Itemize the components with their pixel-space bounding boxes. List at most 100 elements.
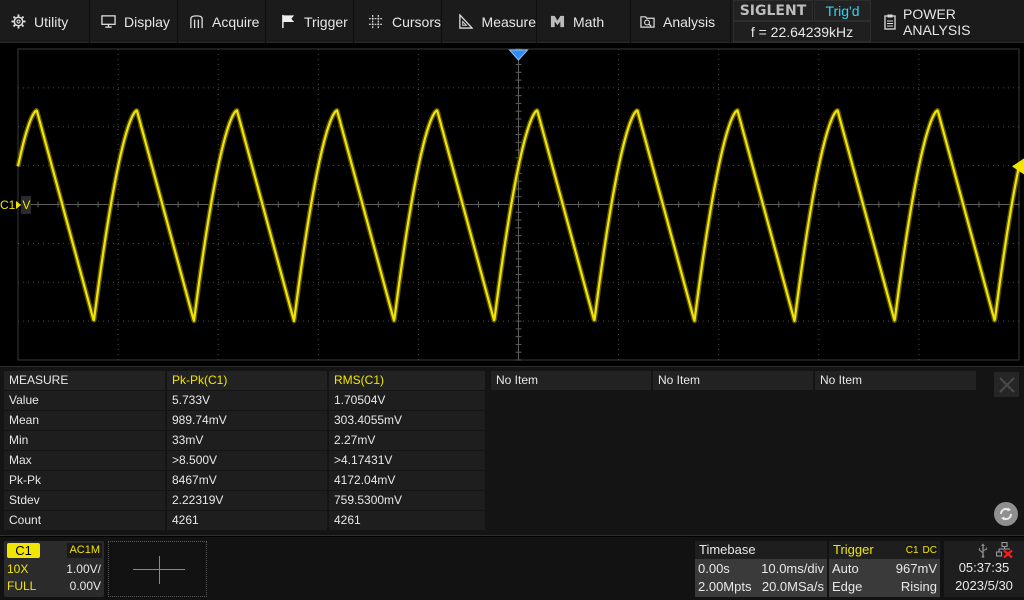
status-header: SIGLENT Trig'd f = 22.64239kHz — [733, 0, 871, 42]
menu-analysis[interactable]: Analysis — [631, 0, 731, 43]
waveform-display[interactable]: C1 V — [0, 44, 1024, 366]
graticule — [15, 48, 1024, 361]
measure-slot-empty[interactable]: No Item — [815, 371, 976, 390]
measure-row: Count 4261 4261 — [4, 511, 487, 530]
menu-trigger[interactable]: Trigger — [266, 0, 354, 43]
menu-cursors-label: Cursors — [391, 13, 441, 30]
clock-time: 05:37:35 — [958, 560, 1010, 575]
ch1-line-probe: 10X 1.00V/ — [7, 562, 101, 576]
timebase-line-2: 2.00Mpts 20.0MSa/s — [698, 579, 824, 594]
trigger-position-marker[interactable] — [508, 49, 529, 61]
ch1-settings-box[interactable]: C1 AC1M 10X 1.00V/ FULL 0.00V — [4, 541, 104, 597]
measure-stat-value: 989.74mV — [167, 411, 327, 430]
plus-icon-vertical — [159, 556, 160, 584]
ch1-bandwidth: FULL — [7, 579, 37, 593]
menu-bar: Utility Display Acquire Trigger Cursors … — [0, 0, 1024, 43]
menu-display[interactable]: Display — [90, 0, 178, 43]
power-analysis-button[interactable]: POWER ANALYSIS — [874, 0, 1024, 43]
clock-date: 2023/5/30 — [955, 578, 1013, 593]
math-icon — [549, 14, 565, 30]
measure-stat-value: 759.5300mV — [329, 491, 485, 510]
ch1-marker-label: C1 — [0, 197, 16, 212]
menu-display-label: Display — [124, 13, 170, 30]
menu-utility-label: Utility — [34, 13, 69, 30]
menu-acquire[interactable]: Acquire — [178, 0, 266, 43]
ch1-badge: C1 — [7, 543, 40, 558]
monitor-icon — [100, 14, 116, 30]
status-bar: C1 AC1M 10X 1.00V/ FULL 0.00V Timebase 0… — [0, 537, 1024, 600]
ch1-offset-marker[interactable]: C1 V — [0, 195, 32, 214]
measure-row: Pk-Pk 8467mV 4172.04mV — [4, 471, 487, 490]
measure-column-header[interactable]: Pk-Pk(C1) — [167, 371, 327, 390]
timebase-title: Timebase — [695, 541, 827, 559]
measure-row: Stdev 2.22319V 759.5300mV — [4, 491, 487, 510]
measure-stat-label: Max — [4, 451, 165, 470]
menu-measure[interactable]: Measure — [442, 0, 537, 43]
measure-slot-empty[interactable]: No Item — [653, 371, 813, 390]
power-analysis-label: POWER ANALYSIS — [903, 5, 971, 38]
timebase-body: 0.00s 10.0ms/div 2.00Mpts 20.0MSa/s — [695, 559, 827, 597]
trigger-coupling: DC — [921, 544, 938, 557]
clipboard-icon — [884, 14, 896, 30]
measure-stat-label: Value — [4, 391, 165, 410]
trigger-status: Trig'd — [814, 0, 871, 21]
reset-statistics-button[interactable] — [994, 502, 1018, 526]
measure-row: Max >8.500V >4.17431V — [4, 451, 487, 470]
menu-analysis-label: Analysis — [663, 13, 716, 30]
ch1-marker-unit: V — [21, 195, 32, 214]
timebase-delay: 0.00s — [698, 561, 730, 576]
gear-icon — [10, 14, 26, 30]
timebase-line-1: 0.00s 10.0ms/div — [698, 561, 824, 576]
menu-cursors[interactable]: Cursors — [354, 0, 442, 43]
cursors-grid-icon — [368, 14, 384, 30]
sample-rate: 20.0MSa/s — [761, 579, 824, 594]
acquire-icon — [188, 14, 204, 30]
trigger-body: Auto 967mV Edge Rising — [829, 559, 940, 597]
measure-row: Value 5.733V 1.70504V — [4, 391, 487, 410]
measure-stat-value: 2.22319V — [167, 491, 327, 510]
trigger-slope: Rising — [900, 579, 937, 594]
ch1-offset: 0.00V — [69, 579, 101, 593]
trigger-line-1: Auto 967mV — [832, 561, 937, 576]
timebase-scale: 10.0ms/div — [761, 561, 824, 576]
ruler-triangle-icon — [458, 14, 474, 30]
refresh-icon — [1000, 507, 1012, 521]
menu-math[interactable]: Math — [537, 0, 631, 43]
measure-panel: MEASURE Pk-Pk(C1) RMS(C1) Value 5.733V 1.7050… — [0, 366, 1024, 536]
add-channel-button[interactable] — [108, 541, 207, 597]
menu-math-label: Math — [573, 13, 605, 30]
measure-stat-value: >4.17431V — [329, 451, 485, 470]
menu-utility[interactable]: Utility — [0, 0, 90, 43]
memory-depth: 2.00Mpts — [698, 579, 752, 594]
measure-stat-value: 5.733V — [167, 391, 327, 410]
system-status: 05:37:35 2023/5/30 — [944, 541, 1024, 597]
measure-stat-value: 8467mV — [167, 471, 327, 490]
measure-row: Min 33mV 2.27mV — [4, 431, 487, 450]
timebase-box[interactable]: Timebase 0.00s 10.0ms/div 2.00Mpts 20.0M… — [695, 541, 827, 597]
trigger-level: 967mV — [895, 561, 937, 576]
measure-stat-label: Stdev — [4, 491, 165, 510]
measure-stat-value: 4261 — [167, 511, 327, 530]
trigger-source: C1 — [904, 544, 920, 557]
measure-stat-label: Min — [4, 431, 165, 450]
measure-row: Mean 989.74mV 303.4055mV — [4, 411, 487, 430]
trigger-mode: Auto — [832, 561, 859, 576]
close-measure-button[interactable] — [994, 372, 1019, 397]
measure-header-row: MEASURE Pk-Pk(C1) RMS(C1) — [4, 371, 487, 390]
trigger-box[interactable]: Trigger C1 DC Auto 967mV Edge Rising — [829, 541, 940, 597]
close-icon — [998, 376, 1015, 393]
ch1-line-bandwidth: FULL 0.00V — [7, 579, 101, 593]
measure-stat-value: 1.70504V — [329, 391, 485, 410]
brand-logo: SIGLENT — [733, 0, 813, 21]
measure-stat-label: Mean — [4, 411, 165, 430]
measure-stat-value: 4261 — [329, 511, 485, 530]
measure-slot-empty[interactable]: No Item — [491, 371, 651, 390]
ch1-coupling: AC1M — [67, 543, 102, 558]
flag-icon — [280, 14, 296, 30]
analysis-icon — [639, 14, 655, 30]
measure-stat-label: Count — [4, 511, 165, 530]
measure-column-header[interactable]: RMS(C1) — [329, 371, 485, 390]
usb-icon — [978, 543, 988, 558]
measure-title: MEASURE — [4, 371, 165, 390]
frequency-counter: f = 22.64239kHz — [733, 21, 871, 42]
